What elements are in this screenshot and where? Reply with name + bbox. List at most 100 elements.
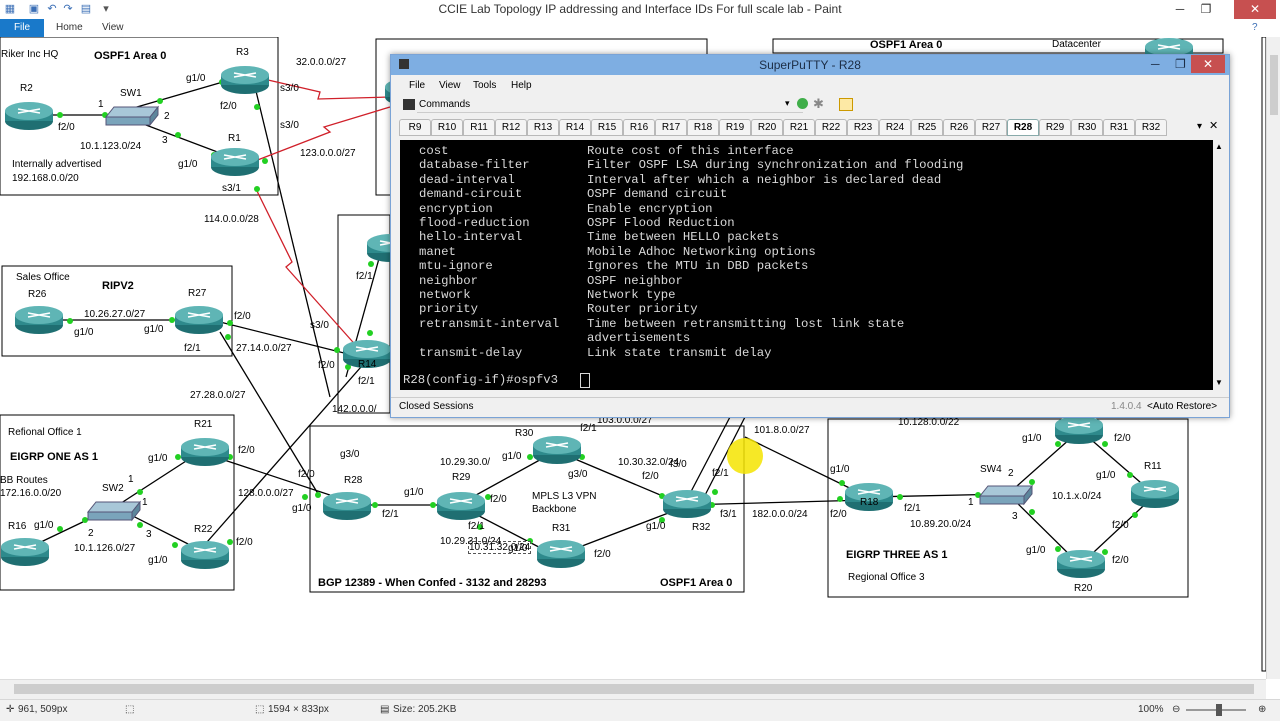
ro1-bb2: 172.16.0.0/20 xyxy=(0,488,62,499)
terminal-prompt[interactable]: R28(config-if)#ospfv3 xyxy=(403,373,558,387)
iface-label: g1/0 xyxy=(508,543,528,554)
iface-label: g1/0 xyxy=(830,464,850,475)
cursor-icon: ✛ xyxy=(6,704,15,715)
session-tab-r19[interactable]: R19 xyxy=(719,119,751,136)
session-tab-r22[interactable]: R22 xyxy=(815,119,847,136)
router-icon xyxy=(180,437,230,467)
iface-label: f2/0 xyxy=(234,311,251,322)
iface-label: g1/0 xyxy=(144,324,164,335)
folder-icon[interactable] xyxy=(839,98,853,111)
terminal-description: OSPF demand circuit xyxy=(587,187,728,202)
cursor-position: 961, 509px xyxy=(18,704,68,715)
putty-menu-tools[interactable]: Tools xyxy=(473,80,496,91)
iface-label: f3/1 xyxy=(720,509,737,520)
commands-input[interactable] xyxy=(417,97,803,113)
session-tab-r10[interactable]: R10 xyxy=(431,119,463,136)
close-button[interactable]: ✕ xyxy=(1234,0,1276,19)
superputty-title-bar[interactable]: SuperPuTTY - R28 ─ ❐ ✕ xyxy=(391,55,1229,75)
scroll-down-icon[interactable]: ▼ xyxy=(1215,378,1223,387)
session-tab-r20[interactable]: R20 xyxy=(751,119,783,136)
status-bar: ✛ 961, 509px ⬚ ⬚ 1594 × 833px ▤ Size: 20… xyxy=(0,699,1280,721)
session-tab-r13[interactable]: R13 xyxy=(527,119,559,136)
commands-toolbar: Commands ▾ ✱ xyxy=(401,96,1221,115)
terminal-description: Link state transmit delay xyxy=(587,345,772,360)
putty-menu-bar: File View Tools Help xyxy=(391,77,1229,95)
session-tab-r28[interactable]: R28 xyxy=(1007,119,1039,136)
putty-menu-help[interactable]: Help xyxy=(511,80,532,91)
commands-dropdown-icon[interactable]: ▾ xyxy=(785,98,790,109)
tab-list-arrow-icon[interactable]: ▾ xyxy=(1197,121,1202,132)
scroll-up-icon[interactable]: ▲ xyxy=(1215,142,1223,151)
tab-file[interactable]: File xyxy=(0,19,44,37)
sw4-name: SW4 xyxy=(980,464,1002,475)
mpls1: MPLS L3 VPN xyxy=(532,491,597,502)
zoom-in-icon[interactable]: ⊕ xyxy=(1258,704,1266,715)
iface-label: f2/1 xyxy=(712,468,729,479)
session-tab-r30[interactable]: R30 xyxy=(1071,119,1103,136)
iface-label: g1/0 xyxy=(178,159,198,170)
session-tab-r9[interactable]: R9 xyxy=(399,119,431,136)
vertical-scroll-thumb[interactable] xyxy=(1270,55,1278,115)
putty-menu-file[interactable]: File xyxy=(409,80,425,91)
terminal-description: Enable encryption xyxy=(587,201,713,216)
zoom-slider-thumb[interactable] xyxy=(1216,704,1222,716)
terminal-description: OSPF neighbor xyxy=(587,273,683,288)
putty-menu-view[interactable]: View xyxy=(439,80,461,91)
session-tab-r29[interactable]: R29 xyxy=(1039,119,1071,136)
iface-label: s3/0 xyxy=(280,120,299,131)
session-tab-r12[interactable]: R12 xyxy=(495,119,527,136)
superputty-window[interactable]: SuperPuTTY - R28 ─ ❐ ✕ File View Tools H… xyxy=(390,54,1230,418)
iface-label: g1/0 xyxy=(646,521,666,532)
session-tab-r27[interactable]: R27 xyxy=(975,119,1007,136)
iface-label: 1 xyxy=(128,474,134,485)
session-tab-r11[interactable]: R11 xyxy=(463,119,495,136)
vertical-scrollbar[interactable] xyxy=(1266,37,1280,679)
iface-label: f2/0 xyxy=(238,445,255,456)
terminal-command: cost xyxy=(419,144,449,158)
session-tab-r21[interactable]: R21 xyxy=(783,119,815,136)
session-tab-r26[interactable]: R26 xyxy=(943,119,975,136)
router-icon xyxy=(1054,415,1104,445)
terminal-command: hello-interval xyxy=(419,230,523,245)
horizontal-scrollbar[interactable] xyxy=(0,679,1266,700)
settings-gear-icon[interactable]: ✱ xyxy=(813,96,824,112)
iface-label: 1 xyxy=(142,497,148,508)
session-tab-r14[interactable]: R14 xyxy=(559,119,591,136)
terminal-scrollbar[interactable]: ▲ ▼ xyxy=(1213,140,1224,390)
tab-view[interactable]: View xyxy=(102,19,124,37)
router-icon xyxy=(532,435,582,465)
send-icon[interactable] xyxy=(797,98,808,109)
iface-label: s3/0 xyxy=(280,83,299,94)
hq-area: OSPF1 Area 0 xyxy=(94,50,167,62)
zoom-out-icon[interactable]: ⊖ xyxy=(1172,704,1180,715)
restore-button[interactable]: ❐ xyxy=(1193,0,1219,19)
horizontal-scroll-thumb[interactable] xyxy=(14,684,1254,694)
session-tab-r25[interactable]: R25 xyxy=(911,119,943,136)
session-tab-r17[interactable]: R17 xyxy=(655,119,687,136)
session-tab-r24[interactable]: R24 xyxy=(879,119,911,136)
iface-label: g1/0 xyxy=(292,503,312,514)
help-icon[interactable]: ? xyxy=(1252,19,1258,37)
putty-close-button[interactable]: ✕ xyxy=(1191,55,1225,73)
net-label: 101.8.0.0/27 xyxy=(754,425,810,436)
r21-name: R21 xyxy=(194,419,213,430)
session-tab-r18[interactable]: R18 xyxy=(687,119,719,136)
terminal-command: database-filter xyxy=(419,158,530,173)
terminal-description: Router priority xyxy=(587,302,698,317)
putty-maximize-icon[interactable]: ❐ xyxy=(1175,57,1186,71)
iface-label: g1/0 xyxy=(148,555,168,566)
session-tab-r16[interactable]: R16 xyxy=(623,119,655,136)
session-tab-r23[interactable]: R23 xyxy=(847,119,879,136)
auto-restore-label[interactable]: <Auto Restore> xyxy=(1147,401,1217,412)
session-tab-r31[interactable]: R31 xyxy=(1103,119,1135,136)
iface-label: s3/1 xyxy=(222,183,241,194)
minimize-button[interactable]: ─ xyxy=(1167,0,1193,19)
closed-sessions-label[interactable]: Closed Sessions xyxy=(399,401,473,412)
tab-home[interactable]: Home xyxy=(56,19,83,37)
tab-close-icon[interactable]: ✕ xyxy=(1209,119,1218,132)
session-tab-r15[interactable]: R15 xyxy=(591,119,623,136)
net-label: 10.128.0.0/22 xyxy=(898,417,960,428)
session-tab-r32[interactable]: R32 xyxy=(1135,119,1167,136)
putty-minimize-icon[interactable]: ─ xyxy=(1151,57,1160,71)
terminal[interactable]: cost Route cost of this interface database… xyxy=(400,140,1213,390)
